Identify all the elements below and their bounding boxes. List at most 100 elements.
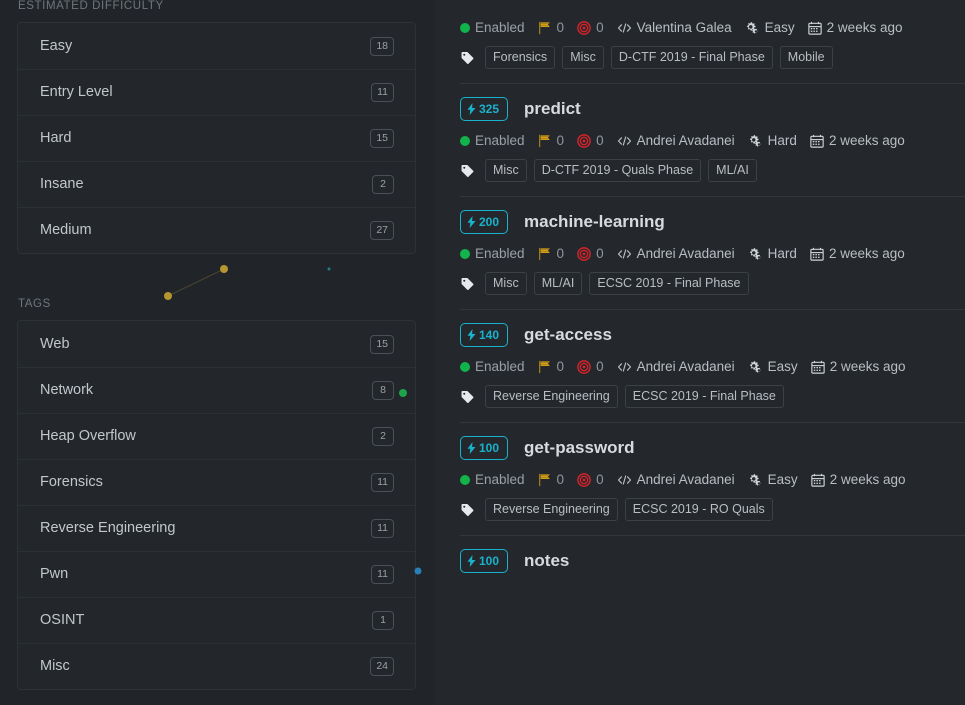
target-icon xyxy=(577,247,591,261)
calendar-icon xyxy=(810,247,824,261)
challenge-tags-row: Reverse Engineering ECSC 2019 - Final Pha… xyxy=(460,385,941,422)
challenge-difficulty: Hard xyxy=(748,246,797,262)
challenge-card-notes[interactable]: 100 notes xyxy=(434,535,965,576)
facet-item-count: 24 xyxy=(370,657,394,676)
challenge-status: Enabled xyxy=(460,133,525,149)
facet-spacer xyxy=(17,254,416,298)
flag-icon xyxy=(538,473,552,487)
facet-item-hard[interactable]: Hard15 xyxy=(18,115,415,161)
challenge-tag-pill[interactable]: ML/AI xyxy=(534,272,583,295)
facet-item-label: Easy xyxy=(40,38,72,55)
challenge-status-label: Enabled xyxy=(475,246,525,262)
facet-item-pwn[interactable]: Pwn11 xyxy=(18,551,415,597)
calendar-icon xyxy=(811,360,825,374)
challenge-tag-pill[interactable]: Misc xyxy=(485,159,527,182)
challenge-points-badge[interactable]: 140 xyxy=(460,323,508,347)
challenge-status: Enabled xyxy=(460,246,525,262)
facet-item-label: Forensics xyxy=(40,474,103,491)
challenge-tag-pill[interactable]: ECSC 2019 - Final Phase xyxy=(589,272,748,295)
facet-item-count: 27 xyxy=(370,221,394,240)
challenge-points-badge[interactable]: 325 xyxy=(460,97,508,121)
challenge-updated-label: 2 weeks ago xyxy=(827,20,903,36)
challenge-tag-pill[interactable]: Mobile xyxy=(780,46,833,69)
tag-icon xyxy=(460,390,475,404)
challenge-tag-pill[interactable]: D-CTF 2019 - Final Phase xyxy=(611,46,773,69)
facet-item-easy[interactable]: Easy18 xyxy=(18,23,415,69)
challenge-card-get-password[interactable]: 100get-passwordEnabled00Andrei AvadaneiE… xyxy=(434,422,965,535)
flag-icon xyxy=(538,247,552,261)
cogs-icon xyxy=(748,360,763,374)
challenge-solve-count: 0 xyxy=(577,472,604,488)
calendar-icon xyxy=(810,134,824,148)
challenge-tag-pill[interactable]: ML/AI xyxy=(708,159,757,182)
challenge-tag-pill[interactable]: Misc xyxy=(562,46,604,69)
bolt-icon xyxy=(467,103,476,115)
facet-item-count: 1 xyxy=(372,611,394,630)
facet-item-web[interactable]: Web15 xyxy=(18,321,415,367)
flag-icon xyxy=(538,134,552,148)
challenge-author-name: Andrei Avadanei xyxy=(637,133,735,149)
challenge-title[interactable]: get-access xyxy=(524,325,612,345)
facet-item-label: OSINT xyxy=(40,612,84,629)
facet-title: ESTIMATED DIFFICULTY xyxy=(17,0,416,22)
facet-group-estimated-difficulty: ESTIMATED DIFFICULTYEasy18Entry Level11H… xyxy=(17,0,416,254)
facet-item-count: 11 xyxy=(371,83,394,102)
cogs-icon xyxy=(748,247,763,261)
challenge-points-badge[interactable]: 200 xyxy=(460,210,508,234)
facet-title: TAGS xyxy=(17,298,416,320)
flag-icon xyxy=(538,21,552,35)
facet-item-misc[interactable]: Misc 24 xyxy=(18,643,415,689)
facet-item-network[interactable]: Network8 xyxy=(18,367,415,413)
challenge-card-get-access[interactable]: 140get-accessEnabled00Andrei AvadaneiEas… xyxy=(434,309,965,422)
challenge-flag-count: 0 xyxy=(538,20,565,36)
bolt-icon xyxy=(467,555,476,567)
challenge-card-header: 200 machine-learning xyxy=(460,207,941,237)
challenge-card-card-0[interactable]: Enabled00Valentina GaleaEasy2 weeks agoF… xyxy=(434,0,965,83)
challenge-tags-row: Reverse Engineering ECSC 2019 - RO Quals xyxy=(460,498,941,535)
challenge-tag-pill[interactable]: Reverse Engineering xyxy=(485,385,618,408)
challenge-difficulty: Easy xyxy=(748,359,798,375)
facet-item-label: Pwn xyxy=(40,566,68,583)
challenge-points-badge[interactable]: 100 xyxy=(460,436,508,460)
challenge-tag-pill[interactable]: Misc xyxy=(485,272,527,295)
challenge-difficulty: Easy xyxy=(748,472,798,488)
challenge-tags-row: Forensics Misc D-CTF 2019 - Final Phase Mob… xyxy=(460,46,941,83)
challenge-status-label: Enabled xyxy=(475,20,525,36)
challenge-tag-pill[interactable]: Forensics xyxy=(485,46,555,69)
target-icon xyxy=(577,21,591,35)
challenge-tag-pill[interactable]: ECSC 2019 - Final Phase xyxy=(625,385,784,408)
facet-item-label: Misc xyxy=(40,658,70,675)
challenge-list-panel[interactable]: Enabled00Valentina GaleaEasy2 weeks agoF… xyxy=(434,0,965,705)
challenge-author-name: Andrei Avadanei xyxy=(637,472,735,488)
facet-item-label: Insane xyxy=(40,176,84,193)
facet-item-medium[interactable]: Medium27 xyxy=(18,207,415,253)
challenge-solve-count-value: 0 xyxy=(596,359,604,375)
challenge-title[interactable]: predict xyxy=(524,99,581,119)
facet-item-entry-level[interactable]: Entry Level11 xyxy=(18,69,415,115)
facet-item-reverse-engineering[interactable]: Reverse Engineering11 xyxy=(18,505,415,551)
facet-item-heap-overflow[interactable]: Heap Overflow2 xyxy=(18,413,415,459)
challenge-card-machine-learning[interactable]: 200machine-learningEnabled00Andrei Avada… xyxy=(434,196,965,309)
facet-item-count: 2 xyxy=(372,427,394,446)
challenge-difficulty-label: Easy xyxy=(768,472,798,488)
challenge-card-predict[interactable]: 325predictEnabled00Andrei AvadaneiHard2 … xyxy=(434,83,965,196)
challenge-updated-label: 2 weeks ago xyxy=(830,359,906,375)
challenge-title[interactable]: machine-learning xyxy=(524,212,665,232)
facet-item-osint[interactable]: OSINT 1 xyxy=(18,597,415,643)
challenge-updated: 2 weeks ago xyxy=(811,359,906,375)
facet-item-insane[interactable]: Insane2 xyxy=(18,161,415,207)
challenge-title[interactable]: notes xyxy=(524,551,569,571)
challenge-points-badge[interactable]: 100 xyxy=(460,549,508,573)
challenge-title[interactable]: get-password xyxy=(524,438,635,458)
facet-list: Easy18Entry Level11Hard15Insane2Medium27 xyxy=(17,22,416,254)
challenge-updated: 2 weeks ago xyxy=(808,20,903,36)
challenge-tag-pill[interactable]: ECSC 2019 - RO Quals xyxy=(625,498,773,521)
challenge-tag-pill[interactable]: D-CTF 2019 - Quals Phase xyxy=(534,159,701,182)
challenge-updated: 2 weeks ago xyxy=(811,472,906,488)
facet-item-forensics[interactable]: Forensics11 xyxy=(18,459,415,505)
challenge-tag-pill[interactable]: Reverse Engineering xyxy=(485,498,618,521)
challenge-card-header: 325 predict xyxy=(460,94,941,124)
facet-item-label: Network xyxy=(40,382,93,399)
challenge-status-label: Enabled xyxy=(475,359,525,375)
challenge-solve-count: 0 xyxy=(577,133,604,149)
